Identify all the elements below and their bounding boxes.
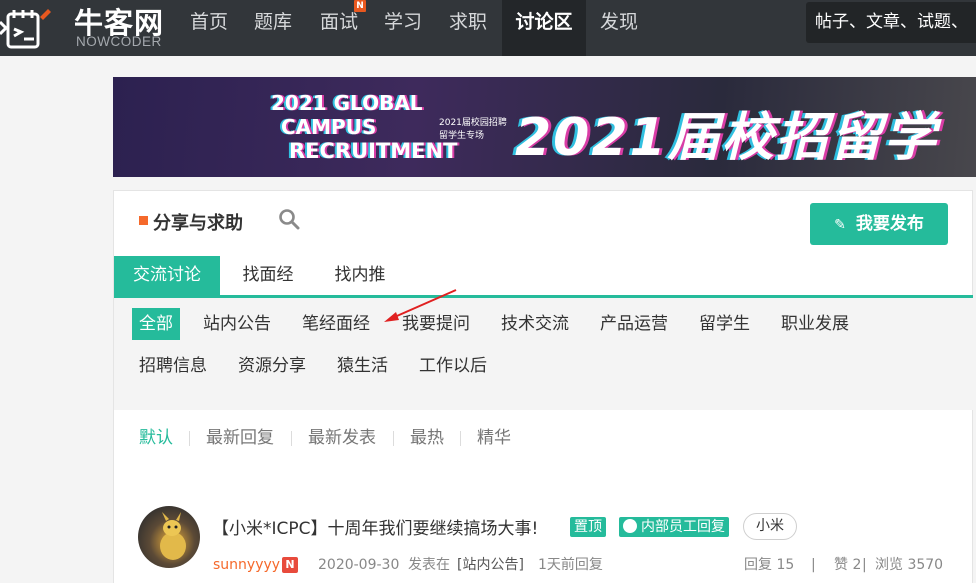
sort-latest-post[interactable]: 最新发表	[308, 423, 376, 453]
category-interview-exp[interactable]: 笔经面经	[302, 308, 370, 340]
annotation-arrow-icon	[384, 289, 457, 322]
user-icon	[623, 519, 637, 533]
category-after-work[interactable]: 工作以后	[419, 350, 487, 382]
category-announcement[interactable]: 站内公告	[203, 308, 271, 340]
sort-featured[interactable]: 精华	[477, 423, 511, 453]
banner-line-2: CAMPUS	[281, 115, 377, 139]
nav-new-badge: N	[354, 0, 366, 12]
sort-divider	[393, 431, 394, 446]
pencil-icon: ✎	[834, 217, 846, 233]
banner-line-1: 2021 GLOBAL	[271, 91, 423, 115]
view-count: 浏览 3570	[875, 557, 944, 573]
discussion-card: 分享与求助 ✎ 我要发布 交流讨论 找面经 找内推 全部 站内公告 笔经面经 我要…	[113, 190, 973, 583]
posted-in-label: 发表在	[408, 557, 450, 573]
category-life[interactable]: 猿生活	[337, 350, 388, 382]
topic-tag[interactable]: 小米	[743, 513, 797, 540]
sort-divider	[460, 431, 461, 446]
like-count: 赞 2	[834, 557, 862, 573]
staff-reply-label: 内部员工回复	[641, 519, 725, 535]
search-input[interactable]: 帖子、文章、试题、	[806, 2, 976, 43]
nav-home[interactable]: 首页	[178, 0, 240, 56]
sort-latest-reply[interactable]: 最新回复	[206, 423, 274, 453]
post-board-link[interactable]: [站内公告]	[457, 555, 524, 575]
reply-count: 回复 15	[744, 557, 795, 573]
logo-icon	[0, 9, 51, 49]
avatar[interactable]	[138, 506, 200, 568]
category-recruiting[interactable]: 招聘信息	[139, 350, 207, 382]
site-logo[interactable]: 牛客网 NOWCODER	[0, 0, 180, 56]
staff-reply-tag: 内部员工回复	[619, 517, 729, 537]
recruitment-banner[interactable]: 2021 GLOBAL CAMPUS RECRUITMENT 2021届校园招聘…	[113, 77, 976, 177]
nav-question-bank[interactable]: 题库	[242, 0, 304, 56]
sort-hottest[interactable]: 最热	[410, 423, 444, 453]
sort-options: 默认 最新回复 最新发表 最热 精华	[114, 423, 973, 453]
author-badge: N	[282, 557, 298, 573]
post-title[interactable]: 【小米*ICPC】十周年我们要继续搞场大事!	[212, 514, 538, 539]
banner-sub-1: 2021届校园招聘	[439, 118, 507, 128]
sort-divider: |	[862, 557, 867, 573]
banner-line-3: RECRUITMENT	[289, 139, 458, 163]
tab-discussion[interactable]: 交流讨论	[114, 256, 220, 295]
logo-text-en: NOWCODER	[76, 34, 162, 49]
post-date: 2020-09-30	[318, 557, 400, 573]
tab-bar: 交流讨论 找面经 找内推	[114, 256, 973, 298]
last-reply-time: 1天前回复	[538, 557, 603, 573]
category-tech[interactable]: 技术交流	[501, 308, 569, 340]
nav-study[interactable]: 学习	[372, 0, 434, 56]
sort-divider	[189, 431, 190, 446]
search-icon[interactable]	[278, 208, 300, 230]
category-resources[interactable]: 资源分享	[238, 350, 306, 382]
section-title: 分享与求助	[153, 213, 243, 234]
category-all[interactable]: 全部	[132, 308, 180, 340]
banner-headline: 2021届校招留学	[515, 108, 938, 168]
sort-divider	[291, 431, 292, 446]
new-post-button[interactable]: ✎ 我要发布	[810, 203, 948, 245]
post-author[interactable]: sunnyyyy	[213, 555, 280, 575]
nav-discussion[interactable]: 讨论区	[502, 0, 586, 56]
sort-divider: |	[811, 557, 816, 573]
category-product[interactable]: 产品运营	[600, 308, 668, 340]
avatar-image	[160, 512, 186, 560]
banner-sub-2: 留学生专场	[439, 131, 485, 141]
nav-discover[interactable]: 发现	[588, 0, 650, 56]
new-post-label: 我要发布	[855, 214, 924, 234]
pinned-tag: 置顶	[570, 517, 606, 537]
category-filter: 全部 站内公告 笔经面经 我要提问 技术交流 产品运营 留学生 职业发展 招聘信…	[114, 298, 973, 410]
top-nav-bar: 牛客网 NOWCODER 首页 题库 面试 N 学习 求职 讨论区 发现 帖子、…	[0, 0, 976, 56]
category-overseas[interactable]: 留学生	[699, 308, 750, 340]
tab-interview-exp[interactable]: 找面经	[226, 256, 310, 295]
category-career[interactable]: 职业发展	[781, 308, 849, 340]
nav-jobs[interactable]: 求职	[437, 0, 499, 56]
sort-default[interactable]: 默认	[139, 423, 173, 453]
